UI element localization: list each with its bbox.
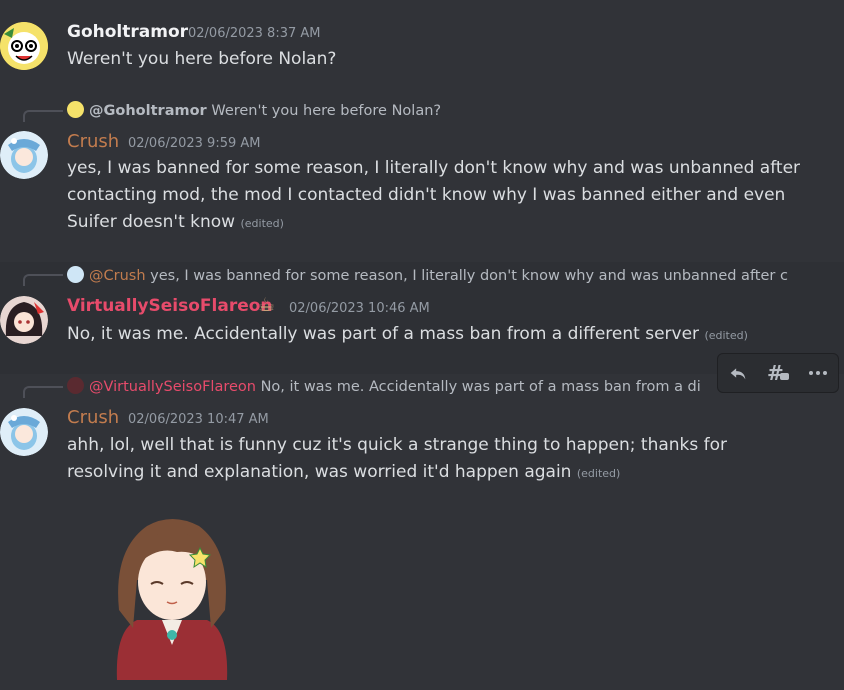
message-actions-toolbar: #: [717, 353, 839, 393]
message-line: resolving it and explanation, was worrie…: [67, 462, 572, 482]
reply-preview[interactable]: @VirtuallySeisoFlareon No, it was me. Ac…: [67, 377, 717, 397]
reply-spine: [23, 110, 63, 122]
reply-spine: [23, 386, 63, 398]
message-author[interactable]: Goholtramor: [67, 22, 188, 42]
avatar[interactable]: [0, 131, 48, 179]
message-line: ahh, lol, well that is funny cuz it's qu…: [67, 435, 728, 455]
message-content: ahh, lol, well that is funny cuz it's qu…: [67, 432, 727, 487]
avatar[interactable]: [0, 22, 48, 70]
svg-text:#: #: [767, 362, 784, 384]
reply-icon[interactable]: [722, 357, 754, 389]
reply-avatar: [67, 266, 84, 283]
message-content: yes, I was banned for some reason, I lit…: [67, 155, 800, 237]
avatar[interactable]: [0, 296, 48, 344]
message-author[interactable]: Crush: [67, 407, 119, 428]
reply-preview[interactable]: @Crush yes, I was banned for some reason…: [67, 266, 802, 286]
create-thread-icon[interactable]: #: [762, 357, 794, 389]
message-author[interactable]: Crush: [67, 131, 119, 152]
reply-text[interactable]: No, it was me. Accidentally was part of …: [261, 379, 701, 395]
reply-avatar: [67, 377, 84, 394]
message-content: Weren't you here before Nolan?: [67, 46, 336, 73]
edited-label: (edited): [576, 467, 621, 480]
message-timestamp: 02/06/2023 10:46 AM: [289, 301, 430, 316]
reply-author[interactable]: @Crush: [89, 268, 146, 284]
reply-preview[interactable]: @Goholtramor Weren't you here before Nol…: [67, 101, 441, 121]
sticker-image[interactable]: [107, 510, 237, 685]
message-timestamp: 02/06/2023 10:47 AM: [128, 412, 269, 427]
reply-spine: [23, 274, 63, 286]
message-line: yes, I was banned for some reason, I lit…: [67, 158, 801, 178]
reply-author[interactable]: @Goholtramor: [89, 103, 207, 119]
message-timestamp: 02/06/2023 9:59 AM: [128, 136, 261, 151]
reply-text[interactable]: yes, I was banned for some reason, I lit…: [150, 268, 788, 284]
message-line: Weren't you here before Nolan?: [67, 49, 337, 69]
reply-avatar: [67, 101, 84, 118]
message-timestamp: 02/06/2023 8:37 AM: [188, 26, 321, 41]
reply-author[interactable]: @VirtuallySeisoFlareon: [89, 379, 256, 395]
message-line: No, it was me. Accidentally was part of …: [67, 324, 700, 344]
author-emoji: ☕: [258, 294, 276, 316]
more-icon[interactable]: [802, 357, 834, 389]
message-content: No, it was me. Accidentally was part of …: [67, 321, 748, 349]
edited-label: (edited): [240, 217, 284, 230]
message-line: Suifer doesn't know: [67, 212, 236, 232]
message-line: contacting mod, the mod I contacted didn…: [67, 185, 786, 205]
avatar[interactable]: [0, 408, 48, 456]
edited-label: (edited): [704, 329, 748, 342]
message-author[interactable]: VirtuallySeisoFlareon: [67, 296, 273, 316]
reply-text[interactable]: Weren't you here before Nolan?: [211, 103, 441, 119]
